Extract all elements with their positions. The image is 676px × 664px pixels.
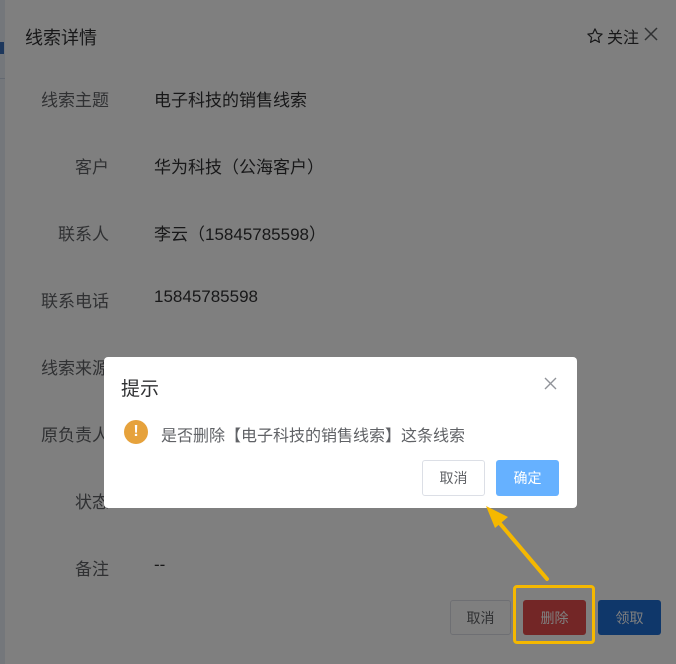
annotation-arrow [486,506,549,581]
